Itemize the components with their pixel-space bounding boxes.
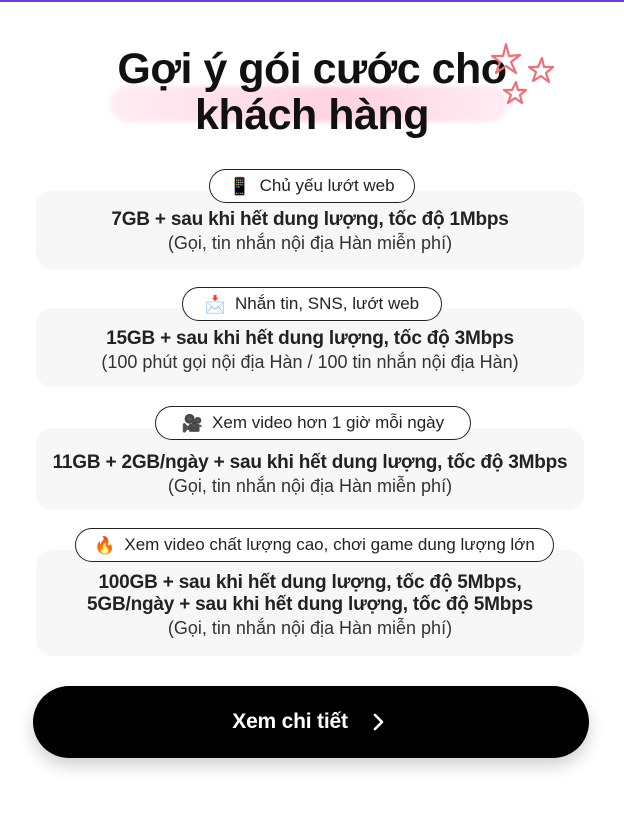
view-details-label: Xem chi tiết	[232, 710, 348, 733]
mobile-phone-icon: 📱	[229, 176, 251, 196]
sparkle-stars-icon	[490, 42, 555, 105]
plan-1-main: 7GB + sau khi hết dung lượng, tốc độ 1Mb…	[111, 209, 509, 230]
plan-1-sub: (Gọi, tin nhắn nội địa Hàn miễn phí)	[167, 233, 453, 253]
plan-4-pill-label: Xem video chất lượng cao, chơi game dung…	[124, 535, 535, 554]
plan-4-main-line-2: 5GB/ngày + sau khi hết dung lượng, tốc đ…	[87, 594, 533, 615]
plan-1-pill: 📱 Chủ yếu lướt web	[209, 169, 415, 203]
plan-4-sub: (Gọi, tin nhắn nội địa Hàn miễn phí)	[167, 618, 453, 638]
plan-2-pill: 📩 Nhắn tin, SNS, lướt web	[182, 287, 442, 321]
chevron-right-icon	[373, 713, 384, 731]
plan-4-main-line-1: 100GB + sau khi hết dung lượng, tốc độ 5…	[98, 572, 522, 593]
plan-4-pill: 🔥 Xem video chất lượng cao, chơi game du…	[75, 528, 554, 562]
plan-card-4: 100GB + sau khi hết dung lượng, tốc độ 5…	[36, 550, 584, 656]
video-camera-icon: 🎥	[181, 413, 204, 433]
plan-3-pill-label: Xem video hơn 1 giờ mỗi ngày	[212, 413, 445, 432]
top-accent-line	[0, 0, 624, 2]
plan-2-pill-label: Nhắn tin, SNS, lướt web	[235, 294, 420, 313]
plan-2-sub: (100 phút gọi nội địa Hàn / 100 tin nhắn…	[101, 352, 519, 372]
view-details-button[interactable]: Xem chi tiết	[33, 686, 589, 758]
plan-3-sub: (Gọi, tin nhắn nội địa Hàn miễn phí)	[167, 476, 453, 496]
plan-2-main: 15GB + sau khi hết dung lượng, tốc độ 3M…	[106, 328, 514, 349]
fire-icon: 🔥	[94, 535, 116, 555]
plan-3-pill: 🎥 Xem video hơn 1 giờ mỗi ngày	[155, 406, 471, 440]
plan-card-3: 11GB + 2GB/ngày + sau khi hết dung lượng…	[36, 428, 584, 510]
plan-3-main: 11GB + 2GB/ngày + sau khi hết dung lượng…	[52, 452, 568, 473]
envelope-icon: 📩	[204, 294, 227, 314]
plan-1-pill-label: Chủ yếu lướt web	[259, 176, 395, 195]
